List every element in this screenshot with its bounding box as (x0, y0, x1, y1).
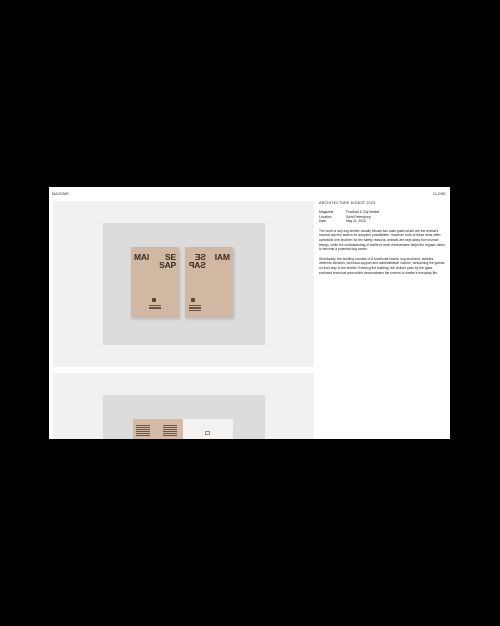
top-bar: MAZOME CLOSE (49, 187, 450, 201)
meta-value: May 11, 2023 (346, 219, 366, 224)
gallery-image-1: MAI SE SAP SE SAP MAI (53, 201, 314, 367)
cover-fine-print (149, 305, 161, 310)
meta-key: Date (319, 219, 326, 224)
text-column (163, 425, 177, 437)
gallery-image-2 (53, 373, 314, 439)
magazine-cover-right: SE SAP MAI (185, 247, 233, 317)
cover-word-sesap: SE SAP (189, 252, 206, 270)
photo-backdrop: MAI SE SAP SE SAP MAI (103, 223, 265, 345)
logo-mark-icon (191, 298, 195, 302)
close-button[interactable]: CLOSE (433, 192, 446, 196)
description-paragraph-1: The work of any dog shelter usually foll… (319, 228, 445, 252)
magazine-spread-right (183, 419, 233, 439)
cover-word-mai: MAI (134, 252, 149, 262)
project-info: ARCHITECTURE DIGEST 2023 Magazine Foodha… (319, 201, 445, 275)
cover-fine-print (189, 305, 201, 311)
logo-mark-icon (152, 298, 156, 302)
project-meta: Magazine Foodhall & City Market Location… (319, 210, 445, 224)
photo-backdrop (103, 395, 265, 439)
description-paragraph-2: Structurally, the building consists of 6… (319, 256, 445, 275)
project-title: ARCHITECTURE DIGEST 2023 (319, 201, 376, 205)
logo-mark-icon (205, 431, 210, 435)
project-detail-window: MAZOME CLOSE MAI SE SAP SE SAP MAI ARCHI… (49, 187, 450, 439)
cover-word-sesap: SE SAP (159, 252, 176, 270)
meta-row: Date May 11, 2023 (319, 219, 445, 224)
text-column (136, 425, 150, 437)
magazine-cover-left: MAI SE SAP (131, 247, 179, 317)
magazine-spread-left (133, 419, 183, 439)
image-gallery[interactable]: MAI SE SAP SE SAP MAI (53, 201, 314, 439)
cover-word-mai: MAI (215, 252, 230, 262)
brand-logo-text[interactable]: MAZOME (52, 192, 69, 196)
